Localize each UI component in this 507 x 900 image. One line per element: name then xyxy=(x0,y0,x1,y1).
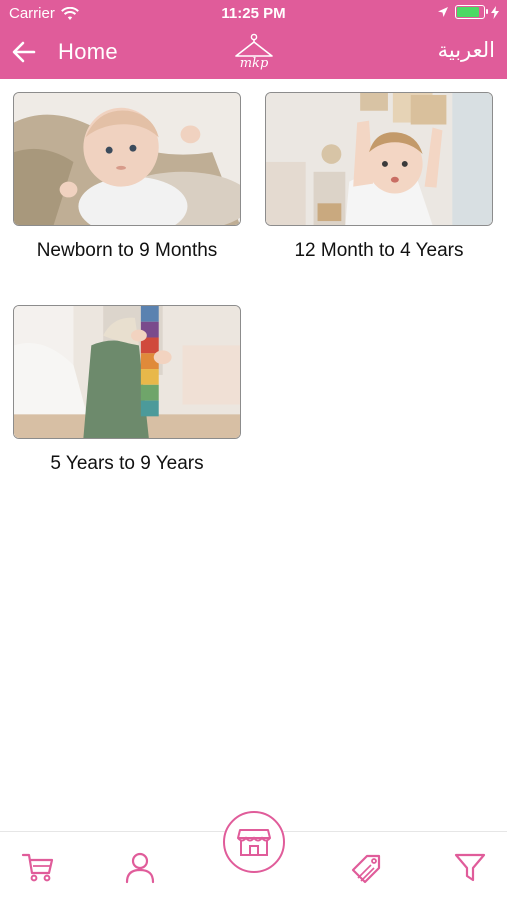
category-card-newborn[interactable]: Newborn to 9 Months xyxy=(13,92,241,262)
profile-icon[interactable] xyxy=(123,850,157,884)
cart-icon[interactable] xyxy=(21,850,55,884)
category-label: 12 Month to 4 Years xyxy=(294,240,464,261)
category-image-kids[interactable] xyxy=(13,305,241,439)
category-card-kids[interactable]: 5 Years to 9 Years xyxy=(13,305,241,475)
header: Carrier 11:25 PM Home mkp العربية xyxy=(0,0,507,79)
category-label: Newborn to 9 Months xyxy=(36,240,218,261)
charging-icon xyxy=(491,5,499,19)
brand-logo[interactable]: mkp xyxy=(230,32,278,72)
store-button[interactable] xyxy=(223,811,285,873)
language-toggle[interactable]: العربية xyxy=(438,38,495,62)
category-label: 5 Years to 9 Years xyxy=(50,453,204,474)
tags-icon[interactable] xyxy=(350,850,384,884)
status-bar: Carrier 11:25 PM xyxy=(0,0,507,28)
location-icon xyxy=(438,7,448,17)
logo-text: mkp xyxy=(240,56,269,71)
filter-icon[interactable] xyxy=(453,850,487,884)
status-right xyxy=(437,5,499,19)
category-image-newborn[interactable] xyxy=(13,92,241,226)
battery-icon xyxy=(455,5,488,19)
back-arrow-icon[interactable] xyxy=(10,38,38,66)
status-time: 11:25 PM xyxy=(221,5,286,22)
app-screen: Carrier 11:25 PM Home mkp العربية Newbor… xyxy=(0,0,507,900)
category-image-toddler[interactable] xyxy=(265,92,493,226)
category-card-toddler[interactable]: 12 Month to 4 Years xyxy=(265,92,493,262)
category-grid: Newborn to 9 Months 12 Month to 4 Years … xyxy=(0,79,507,831)
nav-bar: Home mkp العربية xyxy=(0,28,507,79)
page-title: Home xyxy=(58,39,118,64)
store-icon xyxy=(237,829,271,856)
